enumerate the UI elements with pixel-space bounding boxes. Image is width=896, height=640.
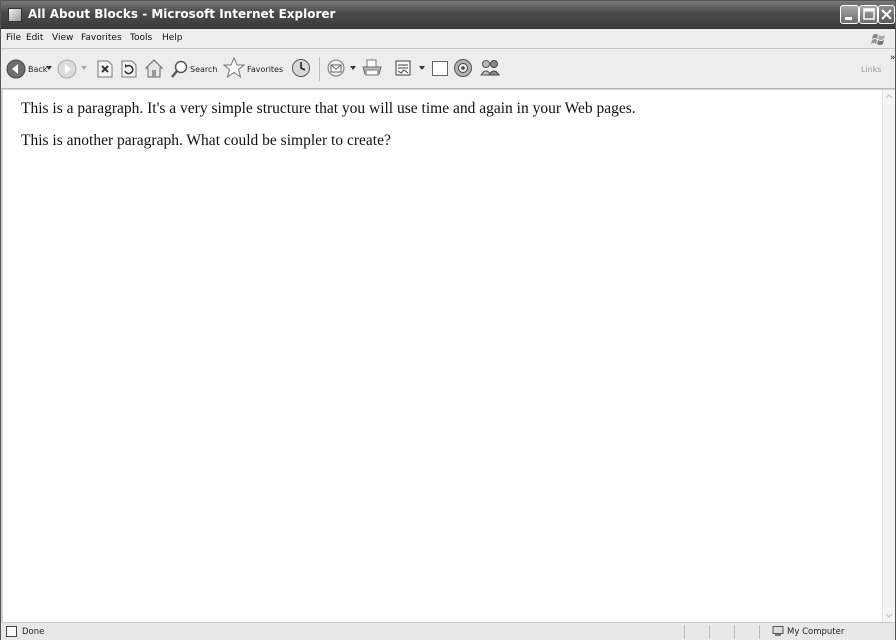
- status-text: Done: [22, 627, 45, 637]
- security-zone-text: My Computer: [787, 627, 845, 637]
- forward-dropdown-icon[interactable]: [81, 66, 87, 71]
- print-icon[interactable]: [361, 58, 383, 78]
- forward-arrow-icon[interactable]: [57, 59, 77, 79]
- research-icon[interactable]: [453, 58, 473, 78]
- paragraph-2: This is another paragraph. What could be…: [21, 132, 391, 149]
- status-separator: [684, 625, 685, 639]
- menu-help[interactable]: Help: [162, 33, 183, 43]
- my-computer-icon: [772, 626, 784, 636]
- favorites-button-label[interactable]: Favorites: [247, 65, 283, 74]
- messenger-icon[interactable]: [479, 58, 501, 78]
- menu-favorites[interactable]: Favorites: [81, 33, 122, 43]
- star-icon[interactable]: [223, 57, 245, 79]
- paragraph-1: This is a paragraph. It's a very simple …: [21, 100, 636, 117]
- edit-dropdown-icon[interactable]: [419, 66, 425, 71]
- back-button-label[interactable]: Back: [28, 65, 47, 74]
- page-content: This is a paragraph. It's a very simple …: [3, 90, 882, 622]
- magnifier-icon[interactable]: [171, 59, 189, 79]
- vertical-scrollbar[interactable]: [882, 90, 895, 622]
- home-icon[interactable]: [144, 58, 164, 79]
- discuss-icon[interactable]: [431, 59, 449, 77]
- menu-edit[interactable]: Edit: [26, 33, 43, 43]
- minimize-icon: [845, 17, 852, 20]
- back-dropdown-icon[interactable]: [46, 66, 52, 71]
- status-separator: [709, 625, 710, 639]
- mail-icon[interactable]: [327, 58, 349, 78]
- status-separator: [759, 625, 760, 639]
- maximize-button[interactable]: [859, 5, 878, 24]
- title-bar[interactable]: All About Blocks - Microsoft Internet Ex…: [1, 1, 895, 29]
- links-label[interactable]: Links: [861, 65, 882, 74]
- edit-icon[interactable]: [394, 59, 412, 77]
- menu-view[interactable]: View: [52, 33, 73, 43]
- refresh-icon[interactable]: [120, 59, 138, 79]
- maximize-icon: [863, 8, 875, 20]
- back-arrow-icon[interactable]: [6, 59, 26, 79]
- scroll-up-arrow-icon[interactable]: [883, 90, 895, 104]
- close-button[interactable]: [878, 5, 895, 24]
- history-icon[interactable]: [291, 58, 311, 78]
- close-icon: [881, 9, 892, 20]
- search-button-label[interactable]: Search: [190, 65, 217, 74]
- scroll-down-arrow-icon[interactable]: [883, 608, 895, 622]
- browser-window: All About Blocks - Microsoft Internet Ex…: [0, 0, 896, 640]
- windows-flag-icon: [871, 34, 885, 45]
- toolbar-separator: [319, 57, 320, 81]
- status-separator: [734, 625, 735, 639]
- minimize-button[interactable]: [840, 5, 859, 24]
- standard-toolbar: Back Search Favorites » Links: [1, 49, 896, 89]
- stop-icon[interactable]: [96, 59, 114, 79]
- window-title: All About Blocks - Microsoft Internet Ex…: [28, 7, 336, 21]
- mail-dropdown-icon[interactable]: [350, 66, 356, 71]
- menu-file[interactable]: File: [6, 33, 21, 43]
- status-bar: Done My Computer: [1, 622, 895, 640]
- toolbar-chevron[interactable]: »: [890, 53, 896, 63]
- menu-tools[interactable]: Tools: [130, 33, 152, 43]
- ie-page-icon: [8, 8, 22, 22]
- page-done-icon: [6, 626, 17, 637]
- menu-bar: File Edit View Favorites Tools Help: [1, 29, 895, 49]
